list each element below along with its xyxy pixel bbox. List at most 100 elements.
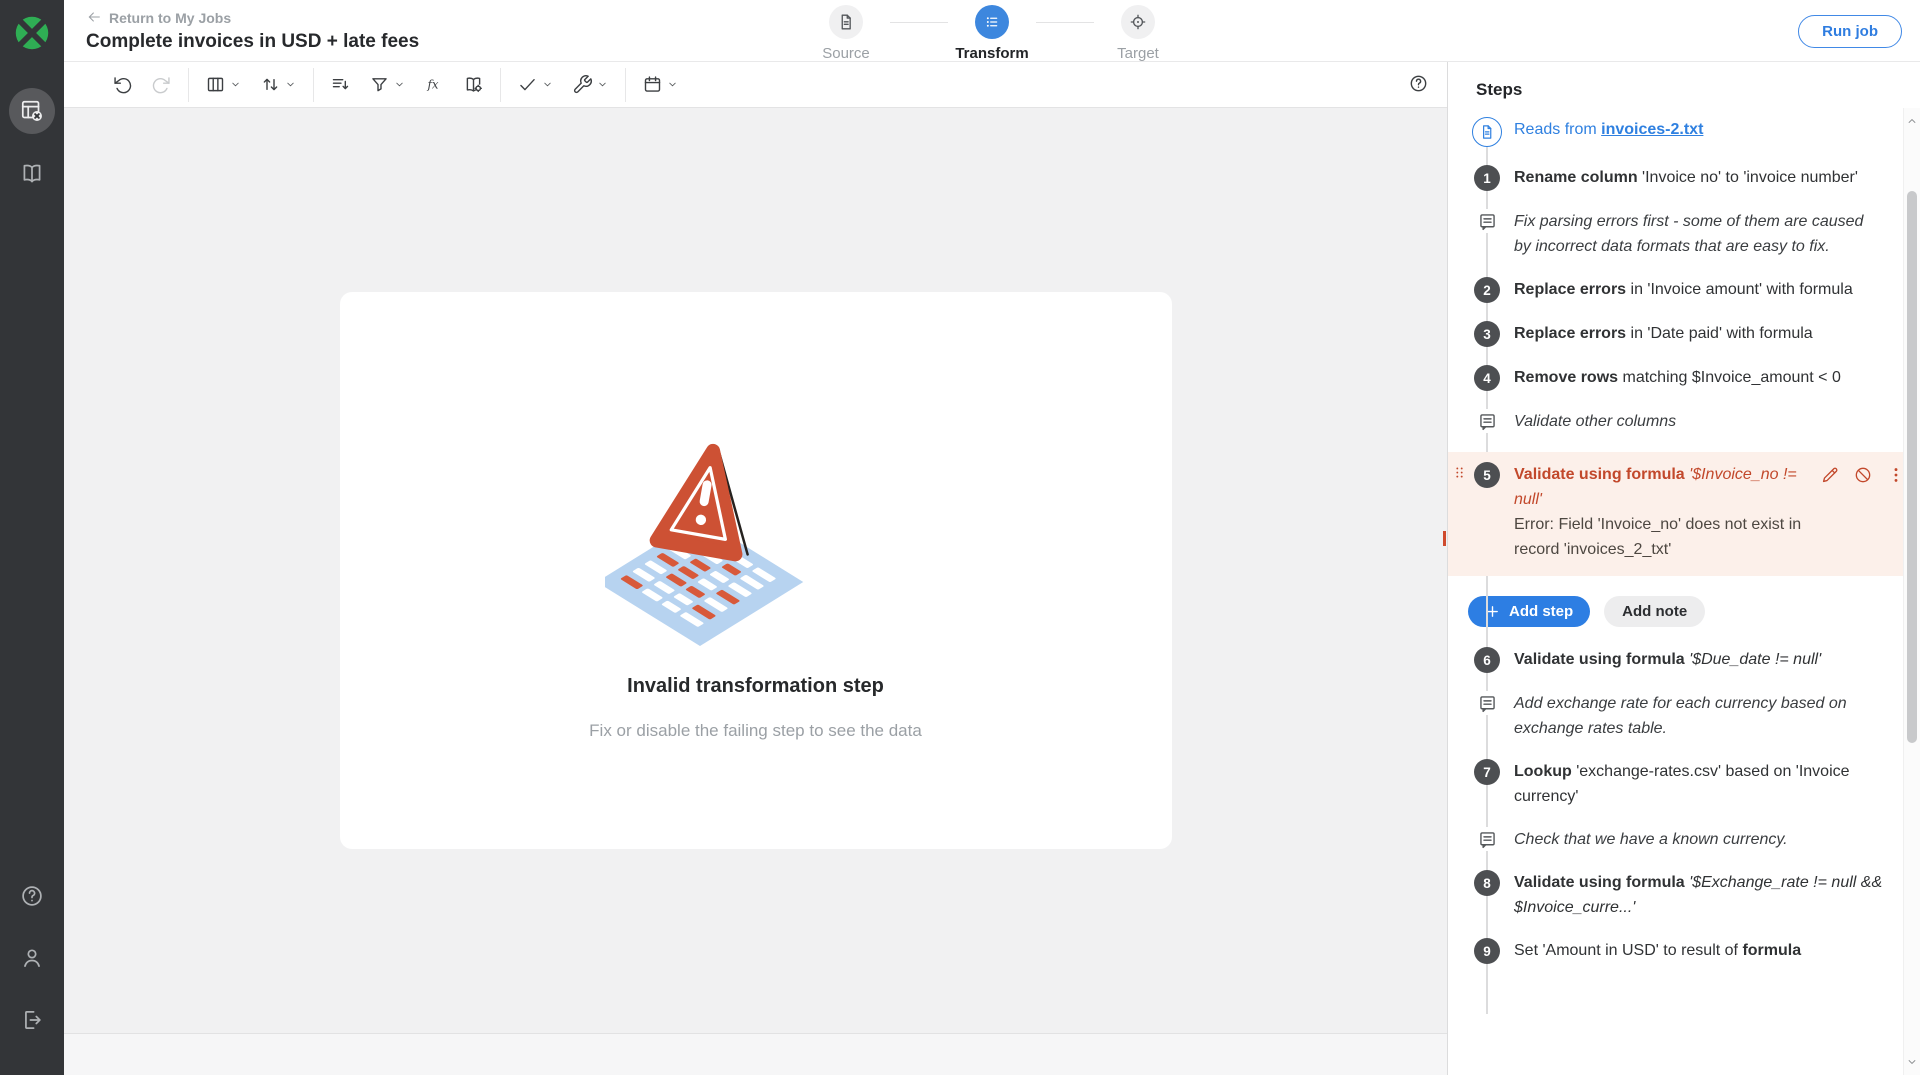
step-marker: 6	[1472, 647, 1502, 673]
toolbar-button-sort[interactable]	[256, 69, 301, 100]
step-text-segment: in 'Invoice amount' with formula	[1626, 281, 1853, 298]
sort-icon	[260, 74, 281, 95]
toolbar-button-columns[interactable]	[201, 69, 246, 100]
note-row[interactable]: Fix parsing errors first - some of them …	[1448, 209, 1920, 259]
step-marker	[1472, 209, 1502, 233]
toolbar-group	[638, 69, 683, 100]
step-text: Set 'Amount in USD' to result of formula	[1514, 938, 1884, 963]
sidebar-button-logout[interactable]	[9, 997, 55, 1043]
step-row-9[interactable]: 9 Set 'Amount in USD' to result of formul…	[1448, 938, 1920, 964]
return-to-jobs-link[interactable]: Return to My Jobs	[86, 9, 231, 28]
panel-scrollbar[interactable]	[1903, 108, 1920, 1075]
step-row-8[interactable]: 8Validate using formula '$Exchange_rate …	[1448, 870, 1920, 920]
app-root: Return to My Jobs Complete invoices in U…	[0, 0, 1920, 1075]
svg-text:fx: fx	[427, 77, 439, 91]
step-marker	[1472, 691, 1502, 715]
toolbar-button-lookup[interactable]	[459, 69, 488, 100]
scroll-up-arrow-icon[interactable]	[1905, 114, 1919, 128]
stepper-node-target[interactable]: Target	[1094, 5, 1182, 62]
main-area: fx	[64, 62, 1447, 1075]
toolbar-button-undo[interactable]	[108, 69, 137, 100]
chevron-down-icon	[229, 78, 242, 91]
logout-icon	[19, 1007, 45, 1033]
clover-logo[interactable]	[11, 12, 53, 54]
redo-icon	[151, 74, 172, 95]
step-marker: 9	[1472, 938, 1502, 964]
step-row-5[interactable]: 5Validate using formula '$Invoice_no != …	[1448, 452, 1920, 576]
empty-state-subtitle: Fix or disable the failing step to see t…	[589, 721, 922, 741]
sidebar-button-book[interactable]	[9, 150, 55, 196]
sidebar-button-help[interactable]	[9, 873, 55, 919]
help-icon	[1408, 73, 1429, 94]
steps-panel: Steps Reads from invoices-2.txt1Rename c…	[1447, 62, 1920, 1075]
toolbar-button-rows[interactable]	[326, 69, 355, 100]
chevron-down-icon	[284, 78, 297, 91]
stepper-connector	[890, 22, 948, 23]
title-block: Return to My Jobs Complete invoices in U…	[86, 9, 419, 53]
toolbar-group	[108, 69, 176, 100]
step-row-4[interactable]: 4Remove rows matching $Invoice_amount < …	[1448, 365, 1920, 391]
disable-icon[interactable]	[1853, 465, 1873, 485]
body: fx	[64, 62, 1920, 1075]
toolbar-divider	[500, 68, 501, 102]
columns-icon	[205, 74, 226, 95]
tools-icon	[572, 74, 593, 95]
toolbar-button-formula[interactable]: fx	[420, 69, 449, 100]
stepper-node-source[interactable]: Source	[802, 5, 890, 62]
step-number-badge: 2	[1474, 277, 1500, 303]
stepper-node-transform[interactable]: Transform	[948, 5, 1036, 62]
step-marker	[1472, 409, 1502, 433]
data-canvas: Invalid transformation step Fix or disab…	[64, 108, 1447, 1033]
note-row[interactable]: Add exchange rate for each currency base…	[1448, 691, 1920, 741]
chevron-down-icon	[1905, 1055, 1919, 1069]
stepper-label: Transform	[955, 45, 1028, 62]
step-row-2[interactable]: 2Replace errors in 'Invoice amount' with…	[1448, 277, 1920, 303]
step-row-3[interactable]: 3Replace errors in 'Date paid' with form…	[1448, 321, 1920, 347]
run-job-button[interactable]: Run job	[1798, 15, 1902, 48]
source-file-link[interactable]: invoices-2.txt	[1601, 121, 1703, 138]
scrollbar-thumb[interactable]	[1907, 191, 1917, 743]
step-text: Validate other columns	[1514, 409, 1884, 434]
note-row[interactable]: Check that we have a known currency.	[1448, 827, 1920, 852]
clover-logo-icon	[11, 12, 53, 54]
step-actions	[1820, 462, 1906, 485]
step-text: Reads from invoices-2.txt	[1514, 117, 1884, 142]
drag-handle[interactable]	[1452, 465, 1467, 485]
step-text-segment: Lookup	[1514, 763, 1572, 780]
add-note-button[interactable]: Add note	[1604, 596, 1705, 627]
toolbar-button-calendar[interactable]	[638, 69, 683, 100]
empty-state-title: Invalid transformation step	[627, 675, 884, 698]
source-file-icon	[1472, 117, 1502, 147]
toolbar-help-button[interactable]	[1408, 73, 1429, 97]
toolbar-button-tools[interactable]	[568, 69, 613, 100]
step-text: Validate using formula '$Due_date != nul…	[1514, 647, 1884, 672]
step-row-7[interactable]: 7Lookup 'exchange-rates.csv' based on 'I…	[1448, 759, 1920, 809]
toolbar-button-filter[interactable]	[365, 69, 410, 100]
step-error-message: Error: Field 'Invoice_no' does not exist…	[1514, 512, 1810, 562]
scroll-down-arrow-icon[interactable]	[1905, 1055, 1919, 1069]
edit-icon[interactable]	[1820, 465, 1840, 485]
step-row-6[interactable]: 6 Validate using formula '$Due_date != nu…	[1448, 647, 1920, 673]
stepper-label: Target	[1117, 45, 1159, 62]
note-icon	[1477, 211, 1498, 232]
button-label: Add note	[1622, 603, 1687, 620]
step-text: Validate using formula '$Exchange_rate !…	[1514, 870, 1884, 920]
stepper-circle-target	[1121, 5, 1155, 39]
toolbar-button-redo[interactable]	[147, 69, 176, 100]
filter-icon	[369, 74, 390, 95]
step-row-1[interactable]: 1Rename column 'Invoice no' to 'invoice …	[1448, 165, 1920, 191]
sidebar-button-grid-x[interactable]	[9, 88, 55, 134]
step-text-segment: in 'Date paid' with formula	[1626, 325, 1813, 342]
note-icon	[1477, 411, 1498, 432]
top-header: Return to My Jobs Complete invoices in U…	[64, 0, 1920, 62]
step-text-segment: Replace errors	[1514, 325, 1626, 342]
file-icon	[1478, 123, 1496, 141]
note-row[interactable]: Validate other columns	[1448, 409, 1920, 434]
stepper-circle-transform	[975, 5, 1009, 39]
toolbar-button-validate[interactable]	[513, 69, 558, 100]
grid-x-icon	[19, 98, 45, 124]
toolbar-group	[513, 69, 613, 100]
book-icon	[19, 160, 45, 186]
sidebar-button-user[interactable]	[9, 935, 55, 981]
step-source-row[interactable]: Reads from invoices-2.txt	[1448, 117, 1920, 147]
